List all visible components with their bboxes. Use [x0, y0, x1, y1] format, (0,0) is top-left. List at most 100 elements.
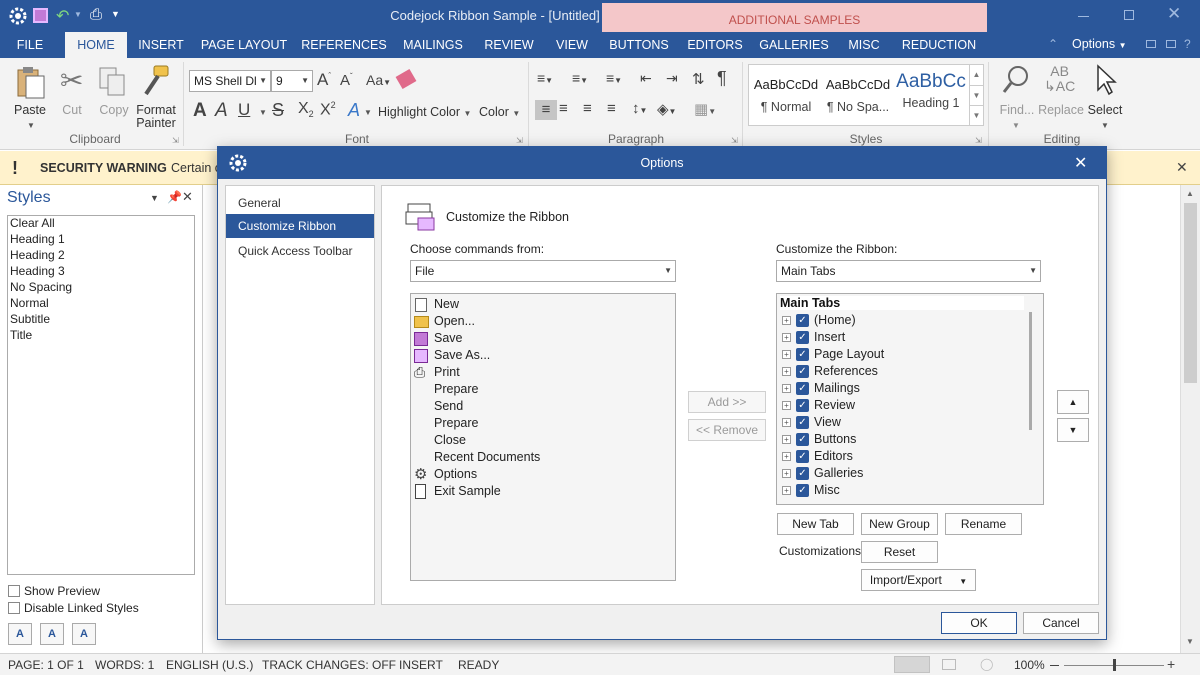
command-print[interactable]: ⎙ Print	[411, 364, 675, 381]
remove-button[interactable]: << Remove	[688, 419, 766, 441]
command-exit-sample[interactable]: Exit Sample	[411, 483, 675, 500]
checkbox-checked[interactable]: ✓	[796, 484, 809, 497]
format-painter-icon[interactable]	[140, 64, 172, 98]
clipboard-launcher-icon[interactable]: ⇲	[172, 136, 179, 145]
replace-button[interactable]: Replace	[1038, 103, 1084, 117]
expand-icon[interactable]: +	[782, 333, 791, 342]
tree-item-page-layout[interactable]: + ✓ Page Layout	[777, 346, 1027, 363]
close-warning-icon[interactable]: ✕	[1176, 159, 1188, 176]
tab-galleries[interactable]: GALLERIES	[758, 32, 830, 58]
view-full-screen-icon[interactable]	[942, 659, 956, 670]
shading-icon[interactable]: ◈▼	[657, 100, 676, 118]
zoom-level[interactable]: 100%	[1014, 658, 1045, 672]
view-web-layout-icon[interactable]: ◯	[980, 657, 993, 671]
pin-icon[interactable]: 📌	[167, 190, 182, 204]
cut-button[interactable]: Cut	[56, 103, 88, 117]
checkbox-checked[interactable]: ✓	[796, 365, 809, 378]
expand-icon[interactable]: +	[782, 401, 791, 410]
tree-item-view[interactable]: + ✓ View	[777, 414, 1027, 431]
select-icon[interactable]	[1094, 64, 1118, 96]
checkbox-checked[interactable]: ✓	[796, 331, 809, 344]
nav-customize-ribbon[interactable]: Customize Ribbon	[226, 214, 374, 238]
tree-item-mailings[interactable]: + ✓ Mailings	[777, 380, 1027, 397]
cut-icon[interactable]: ✂	[60, 64, 83, 97]
show-marks-icon[interactable]: ¶	[717, 68, 727, 89]
expand-icon[interactable]: +	[782, 469, 791, 478]
sort-icon[interactable]: ⇅	[692, 70, 705, 88]
list-item[interactable]: Subtitle	[10, 312, 50, 326]
gallery-scroll-down-icon[interactable]: ▼	[969, 85, 983, 105]
borders-icon[interactable]: ▦▼	[694, 100, 716, 118]
close-dialog-icon[interactable]: ✕	[1074, 153, 1087, 173]
style-inspector-icon[interactable]: A	[40, 623, 64, 645]
additional-samples-tab[interactable]: ADDITIONAL SAMPLES	[602, 3, 987, 32]
command-prepare-2[interactable]: Prepare	[411, 415, 675, 432]
command-prepare[interactable]: Prepare	[411, 381, 675, 398]
maximize-icon[interactable]	[1124, 10, 1134, 20]
print-icon[interactable]: ⎙	[90, 6, 102, 23]
increase-indent-icon[interactable]: ⇥	[666, 70, 678, 87]
checkbox-checked[interactable]: ✓	[796, 399, 809, 412]
find-icon[interactable]	[1002, 64, 1032, 96]
format-painter-line1[interactable]: Format	[134, 103, 178, 117]
close-pane-icon[interactable]: ✕	[182, 189, 193, 205]
underline-icon[interactable]: U	[238, 100, 250, 120]
tree-item-home[interactable]: + ✓ (Home)	[777, 312, 1027, 329]
choose-commands-select[interactable]: File ▼	[410, 260, 676, 282]
find-button[interactable]: Find...	[996, 103, 1038, 117]
new-style-icon[interactable]: A	[8, 623, 32, 645]
tree-item-editors[interactable]: + ✓ Editors	[777, 448, 1027, 465]
command-recent-documents[interactable]: Recent Documents	[411, 449, 675, 466]
view-print-layout-icon[interactable]	[894, 656, 930, 673]
find-dropdown-icon[interactable]: ▼	[1012, 121, 1020, 130]
checkbox-checked[interactable]: ✓	[796, 314, 809, 327]
disable-linked-checkbox[interactable]	[8, 602, 20, 614]
move-down-button[interactable]: ▼	[1057, 418, 1089, 442]
undo-icon[interactable]: ↶	[56, 6, 69, 26]
line-spacing-icon[interactable]: ↕▼	[632, 100, 647, 117]
tree-item-review[interactable]: + ✓ Review	[777, 397, 1027, 414]
ok-button[interactable]: OK	[941, 612, 1017, 634]
manage-styles-icon[interactable]: A	[72, 623, 96, 645]
list-item[interactable]: Normal	[10, 296, 49, 310]
tab-references[interactable]: REFERENCES	[300, 32, 388, 58]
numbering-icon[interactable]: ≡▼	[572, 70, 588, 86]
superscript-icon[interactable]: X2	[320, 100, 336, 119]
save-icon[interactable]	[33, 8, 48, 23]
style-normal[interactable]: AaBbCcDd ¶ Normal	[751, 67, 821, 123]
tab-reduction[interactable]: REDUCTION	[898, 32, 980, 58]
vertical-scrollbar[interactable]: ▲ ▼	[1180, 185, 1200, 653]
checkbox-checked[interactable]: ✓	[796, 348, 809, 361]
new-group-button[interactable]: New Group	[861, 513, 938, 535]
gallery-more-icon[interactable]: ▼	[969, 105, 983, 125]
show-preview-checkbox[interactable]	[8, 585, 20, 597]
checkbox-checked[interactable]: ✓	[796, 450, 809, 463]
tab-page-layout[interactable]: PAGE LAYOUT	[198, 32, 290, 58]
change-case-icon[interactable]: Aa▼	[366, 72, 391, 88]
zoom-slider-thumb[interactable]	[1113, 659, 1116, 671]
align-right-icon[interactable]: ≡	[583, 100, 592, 117]
import-export-button[interactable]: Import/Export ▼	[861, 569, 976, 591]
mdi-restore-icon[interactable]	[1146, 40, 1156, 48]
close-window-icon[interactable]: ✕	[1167, 4, 1181, 24]
scroll-down-icon[interactable]: ▼	[1186, 637, 1194, 646]
undo-dropdown-icon[interactable]: ▼	[74, 10, 82, 19]
mdi-layout-icon[interactable]	[1166, 40, 1176, 48]
styles-launcher-icon[interactable]: ⇲	[975, 136, 982, 145]
list-item[interactable]: Heading 2	[10, 248, 65, 262]
paste-icon[interactable]	[14, 64, 48, 100]
bullets-icon[interactable]: ≡▼	[537, 70, 553, 86]
shrink-font-icon[interactable]: Aˇ	[340, 72, 353, 89]
font-launcher-icon[interactable]: ⇲	[516, 136, 523, 145]
tree-scrollbar-thumb[interactable]	[1029, 312, 1032, 430]
move-up-button[interactable]: ▲	[1057, 390, 1089, 414]
expand-icon[interactable]: +	[782, 486, 791, 495]
bold-icon[interactable]: A	[193, 100, 207, 122]
list-item[interactable]: Heading 3	[10, 264, 65, 278]
align-left-icon[interactable]: ≡	[535, 100, 557, 120]
style-heading-1[interactable]: AaBbCc Heading 1	[895, 67, 967, 123]
text-effects-icon[interactable]: A	[348, 100, 360, 121]
help-icon[interactable]: ?	[1184, 37, 1191, 51]
tree-item-misc[interactable]: + ✓ Misc	[777, 482, 1027, 499]
strikethrough-icon[interactable]: S	[272, 100, 284, 121]
